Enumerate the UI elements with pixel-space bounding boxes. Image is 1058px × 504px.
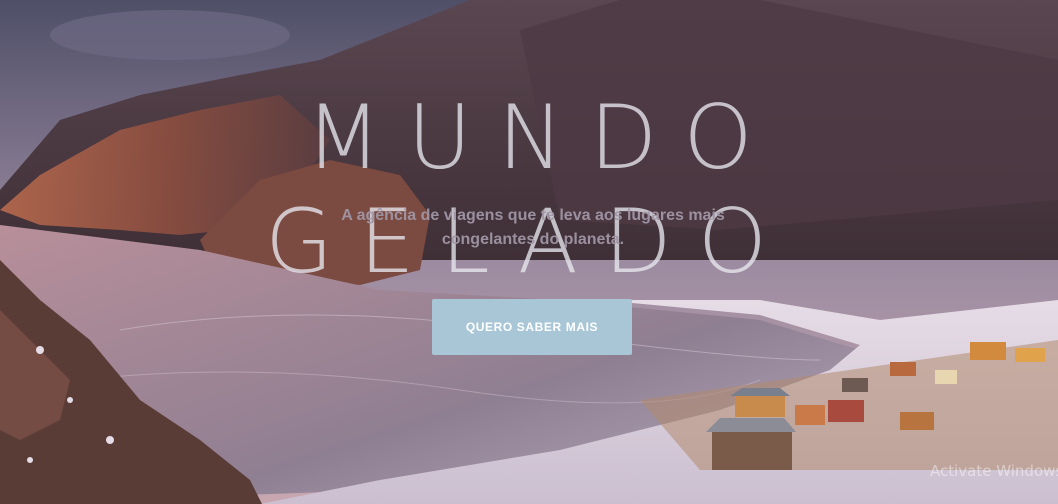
hero-subtitle: A agência de viagens que te leva aos lug…	[341, 207, 725, 248]
hero-section: MUNDO GELADO A agência de viagens que te…	[0, 0, 1058, 504]
hero-title: MUNDO GELADO	[264, 86, 794, 293]
activate-windows-watermark: Activate Windows	[930, 462, 1058, 480]
cta-button[interactable]: QUERO SABER MAIS	[432, 299, 632, 355]
